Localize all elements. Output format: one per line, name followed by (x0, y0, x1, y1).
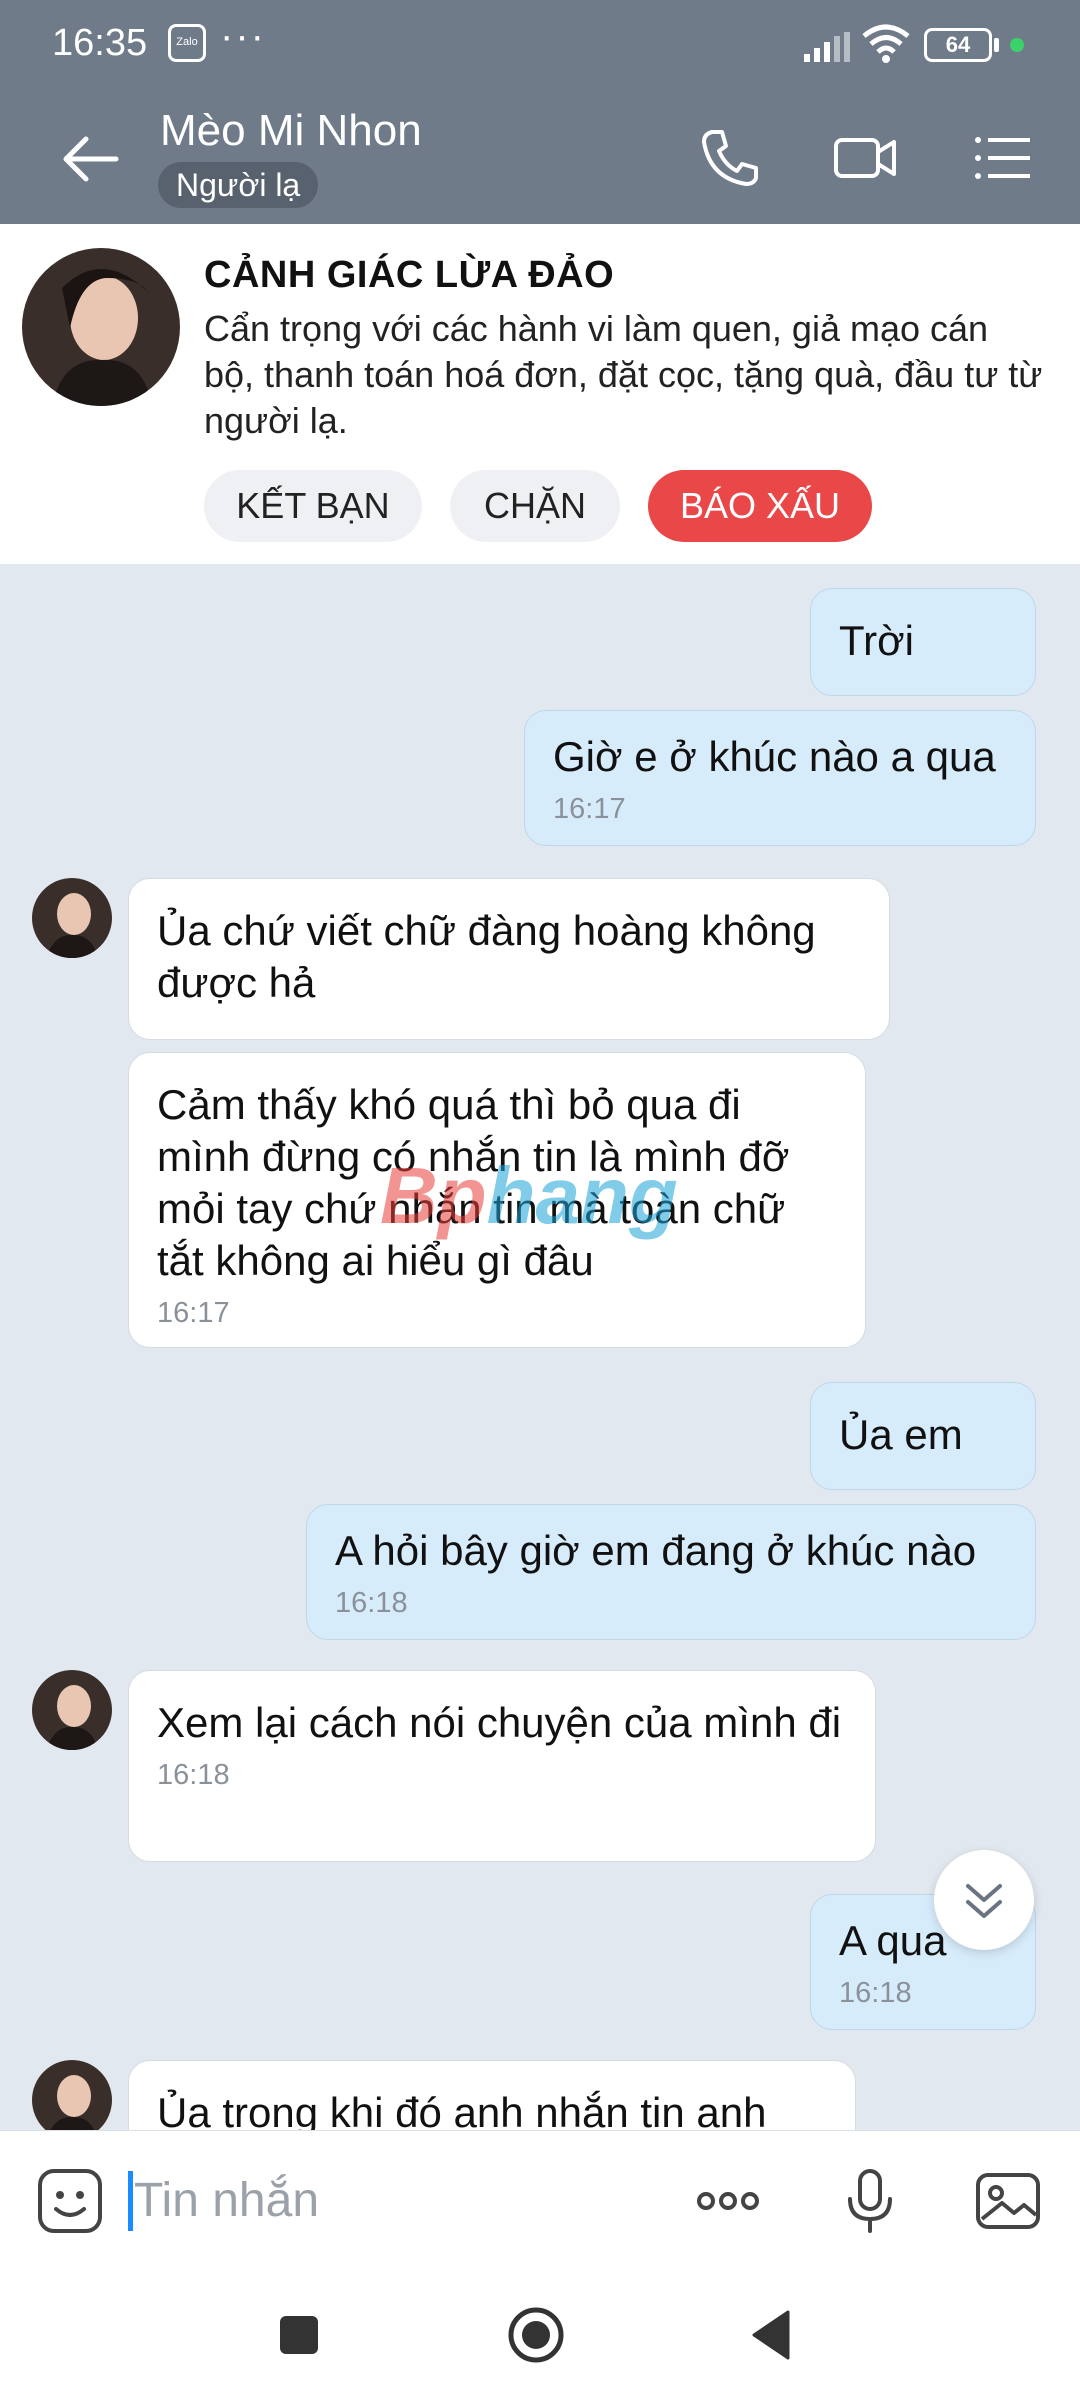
message-time: 16:17 (553, 793, 626, 825)
double-chevron-down-icon (966, 1884, 1002, 1918)
image-gallery-icon[interactable] (972, 2165, 1044, 2237)
chat-options-menu-icon[interactable] (966, 122, 1038, 194)
add-friend-button[interactable]: KẾT BẠN (204, 470, 422, 542)
microphone-icon[interactable] (834, 2165, 906, 2237)
message-time: 16:18 (335, 1587, 408, 1619)
message-outgoing[interactable]: A hỏi bây giờ em đang ở khúc nào 16:18 (306, 1504, 1036, 1640)
stranger-badge: Người lạ (158, 162, 319, 208)
message-list[interactable]: Trời Giờ e ở khúc nào a qua 16:17 Ủa chứ… (0, 564, 1080, 2130)
system-navigation-bar (0, 2270, 1080, 2400)
active-indicator-dot (1010, 38, 1024, 52)
message-time: 16:18 (839, 1977, 912, 2009)
home-icon[interactable] (503, 2302, 569, 2368)
message-text: A hỏi bây giờ em đang ở khúc nào (335, 1527, 977, 1574)
more-options-icon[interactable] (692, 2165, 764, 2237)
status-time: 16:35 (52, 22, 148, 64)
message-text: A qua (839, 1917, 947, 1964)
message-incoming[interactable]: Cảm thấy khó quá thì bỏ qua đi mình đừng… (128, 1052, 866, 1348)
message-outgoing[interactable]: Ủa em (810, 1382, 1036, 1490)
message-text: Trời (839, 617, 914, 664)
signal-icon (804, 32, 850, 62)
warning-text: Cẩn trọng với các hành vi làm quen, giả … (204, 308, 1043, 441)
video-call-icon[interactable] (830, 122, 902, 194)
sender-avatar[interactable] (32, 1670, 112, 1750)
status-bar: 16:35 Zalo ··· 64 (0, 0, 1080, 92)
battery-tip (994, 38, 999, 52)
report-button[interactable]: BÁO XẤU (648, 470, 872, 542)
message-text: Ủa chứ viết chữ đàng hoàng không được hả (157, 907, 816, 1006)
message-outgoing[interactable]: Giờ e ở khúc nào a qua 16:17 (524, 710, 1036, 846)
phone-call-icon[interactable] (694, 122, 766, 194)
scroll-to-bottom-button[interactable] (934, 1850, 1034, 1950)
message-text: Cảm thấy khó quá thì bỏ qua đi mình đừng… (157, 1081, 790, 1284)
back-nav-icon[interactable] (740, 2302, 806, 2368)
message-time: 16:17 (157, 1297, 230, 1329)
contact-avatar[interactable] (22, 248, 180, 406)
sender-avatar[interactable] (32, 878, 112, 958)
sticker-emoji-icon[interactable] (34, 2165, 106, 2237)
recent-apps-icon[interactable] (266, 2302, 332, 2368)
message-text: Xem lại cách nói chuyện của mình đi (157, 1699, 842, 1746)
message-incoming[interactable]: Ủa chứ viết chữ đàng hoàng không được hả (128, 878, 890, 1040)
warning-title: CẢNH GIÁC LỪA ĐẢO (204, 254, 615, 296)
sender-avatar[interactable] (32, 2060, 112, 2130)
message-time: 16:18 (157, 1759, 230, 1791)
message-incoming[interactable]: Xem lại cách nói chuyện của mình đi 16:1… (128, 1670, 876, 1862)
zalo-notification-icon: Zalo (168, 24, 206, 62)
block-button[interactable]: CHẶN (450, 470, 620, 542)
message-incoming[interactable]: Ủa trong khi đó anh nhắn tin anh (128, 2060, 856, 2130)
more-notifications-icon: ··· (220, 14, 266, 58)
message-input[interactable]: Tin nhắn (134, 2171, 319, 2231)
chat-header: Mèo Mi Nhon Người lạ (0, 92, 1080, 224)
scam-warning-panel: CẢNH GIÁC LỪA ĐẢO Cẩn trọng với các hành… (0, 224, 1080, 564)
message-input-bar: Tin nhắn (0, 2130, 1080, 2270)
message-outgoing[interactable]: Trời (810, 588, 1036, 696)
message-text: Ủa trong khi đó anh nhắn tin anh (157, 2089, 767, 2130)
wifi-icon (862, 24, 910, 63)
message-text: Giờ e ở khúc nào a qua (553, 733, 996, 780)
back-arrow-icon[interactable] (56, 124, 126, 194)
text-cursor (128, 2171, 133, 2231)
message-text: Ủa em (839, 1411, 963, 1458)
contact-name[interactable]: Mèo Mi Nhon (160, 106, 422, 156)
battery-icon: 64 (924, 28, 992, 62)
